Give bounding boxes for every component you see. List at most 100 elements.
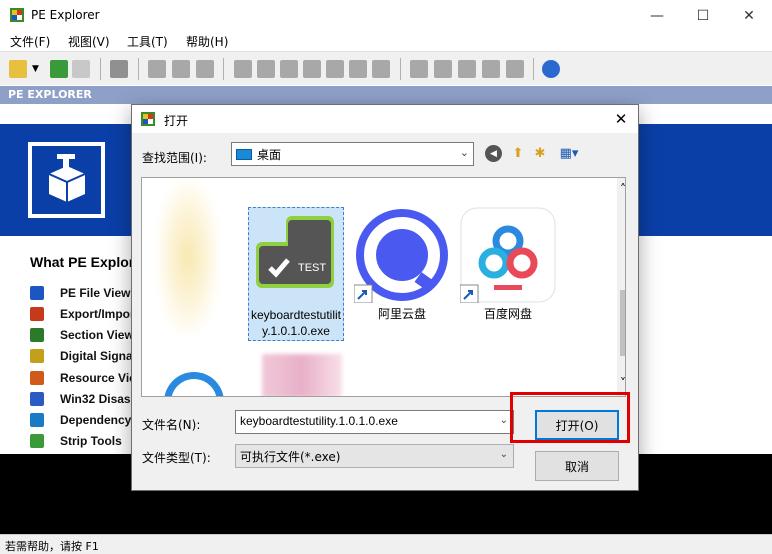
cancel-button[interactable]: 取消 (535, 451, 619, 481)
feature-item[interactable]: Resource Viev (30, 369, 143, 387)
exports-icon[interactable] (234, 60, 252, 78)
menu-file[interactable]: 文件(F) (10, 33, 50, 50)
pe-explorer-header: PE EXPLORER (0, 86, 772, 104)
new-folder-icon[interactable]: ✱ (530, 143, 550, 163)
navigate-icon[interactable] (372, 60, 390, 78)
disassembler-icon[interactable] (410, 60, 428, 78)
keyboard-test-app-icon: TEST (248, 208, 344, 304)
maximize-button[interactable]: ☐ (680, 0, 726, 31)
back-icon[interactable]: ◀ (485, 145, 502, 162)
test-badge: TEST (298, 262, 327, 274)
aliyun-drive-icon (353, 207, 450, 304)
status-bar: 若需帮助，请按 F1 (0, 534, 772, 554)
scroll-thumb[interactable] (620, 290, 625, 356)
feature-item[interactable]: PE File Viewer (30, 284, 142, 302)
strip-tools-icon[interactable] (506, 60, 524, 78)
dependency-icon[interactable] (434, 60, 452, 78)
view-menu-icon[interactable]: ▦▾ (554, 143, 584, 163)
toolbar: ▼ (0, 51, 772, 85)
chevron-down-icon[interactable]: ⌄ (500, 415, 508, 426)
vertical-scrollbar[interactable]: ˄ ˅ (617, 178, 625, 396)
status-text: 若需帮助，请按 F1 (5, 540, 99, 553)
feature-icon (30, 434, 44, 448)
toolbar-separator (533, 58, 534, 80)
baidu-netdisk-icon (459, 207, 556, 304)
toolbar-separator (400, 58, 401, 80)
feature-item[interactable]: Dependency S (30, 411, 143, 429)
imports-icon[interactable] (257, 60, 275, 78)
feature-icon (30, 413, 44, 427)
file-label: keyboardtestutility.1.0.1.0.exe (250, 308, 342, 338)
toolbar-separator (138, 58, 139, 80)
file-item-aliyun-drive[interactable]: 阿里云盘 (353, 207, 450, 322)
scroll-up-icon[interactable]: ˄ (620, 182, 625, 196)
dialog-close-button[interactable]: ✕ (608, 107, 634, 131)
section-headers-icon[interactable] (196, 60, 214, 78)
save-icon[interactable] (110, 60, 128, 78)
feature-label: Digital Signat (60, 349, 137, 363)
feature-icon (30, 307, 44, 321)
feature-icon (30, 349, 44, 363)
feature-label: Strip Tools (60, 434, 122, 448)
menu-view[interactable]: 视图(V) (68, 33, 110, 50)
scroll-down-icon[interactable]: ˅ (620, 376, 625, 390)
feature-icon (30, 328, 44, 342)
dialog-title: 打开 (164, 114, 189, 128)
resources-icon[interactable] (280, 60, 298, 78)
main-titlebar: PE Explorer — ☐ ✕ (0, 0, 772, 31)
feature-item[interactable]: Digital Signat (30, 347, 137, 365)
file-label: 阿里云盘 (377, 307, 426, 321)
filename-input[interactable]: keyboardtestutility.1.0.1.0.exe ⌄ (235, 410, 514, 434)
debug-icon[interactable] (303, 60, 321, 78)
close-button[interactable]: ✕ (726, 0, 772, 31)
chevron-down-icon: ⌄ (499, 449, 508, 460)
unpacker-icon[interactable] (482, 60, 500, 78)
help-icon[interactable] (542, 60, 560, 78)
annotation-highlight-box (510, 392, 630, 443)
lookin-label: 查找范围(I): (142, 151, 207, 165)
dropdown-arrow-icon[interactable]: ▼ (32, 64, 39, 74)
feature-icon (30, 392, 44, 406)
menu-tools[interactable]: 工具(T) (127, 33, 168, 50)
pe-explorer-app-icon (9, 7, 25, 23)
signature-icon[interactable] (349, 60, 367, 78)
feature-icon (30, 286, 44, 300)
feature-label: Section Viewe (60, 328, 141, 342)
up-folder-icon[interactable]: ⬆ (508, 143, 528, 163)
feature-icon (30, 371, 44, 385)
syntax-icon[interactable] (458, 60, 476, 78)
feature-label: PE File Viewer (60, 286, 142, 300)
properties-icon[interactable] (72, 60, 90, 78)
file-label: 百度网盘 (483, 307, 532, 321)
feature-item[interactable]: Strip Tools (30, 432, 122, 450)
welcome-title: What PE Explor (30, 254, 135, 270)
filename-label: 文件名(N): (142, 418, 201, 432)
feature-item[interactable]: Win32 Disass (30, 390, 137, 408)
header-icon[interactable] (148, 60, 166, 78)
toolbar-separator (100, 58, 101, 80)
feature-label: Win32 Disass (60, 392, 138, 406)
dialog-titlebar: 打开 ✕ (132, 105, 638, 133)
lookin-combo[interactable]: 桌面 ⌄ (231, 142, 474, 166)
desktop-icon (236, 148, 252, 160)
lookin-value: 桌面 (257, 147, 282, 162)
filetype-label: 文件类型(T): (142, 451, 211, 465)
refresh-icon[interactable] (50, 60, 68, 78)
file-list[interactable]: TEST keyboardtestutility.1.0.1.0.exe 阿里云… (141, 177, 626, 397)
package-icon (32, 146, 101, 214)
menu-help[interactable]: 帮助(H) (186, 33, 228, 50)
relocations-icon[interactable] (326, 60, 344, 78)
file-item-baidu-netdisk[interactable]: 百度网盘 (459, 207, 556, 322)
data-directories-icon[interactable] (172, 60, 190, 78)
open-folder-icon[interactable] (9, 60, 27, 78)
dialog-app-icon (140, 111, 156, 127)
filetype-select[interactable]: 可执行文件(*.exe) ⌄ (235, 444, 514, 468)
feature-item[interactable]: Section Viewe (30, 326, 140, 344)
file-item-keyboardtestutility[interactable]: TEST keyboardtestutility.1.0.1.0.exe (248, 207, 344, 341)
partial-file-icon (164, 372, 224, 396)
pe-explorer-logo (28, 142, 105, 218)
feature-item[interactable]: Export/Impor (30, 305, 135, 323)
minimize-button[interactable]: — (634, 0, 680, 31)
blurred-file-icon (158, 182, 218, 332)
filetype-value: 可执行文件(*.exe) (240, 450, 341, 464)
